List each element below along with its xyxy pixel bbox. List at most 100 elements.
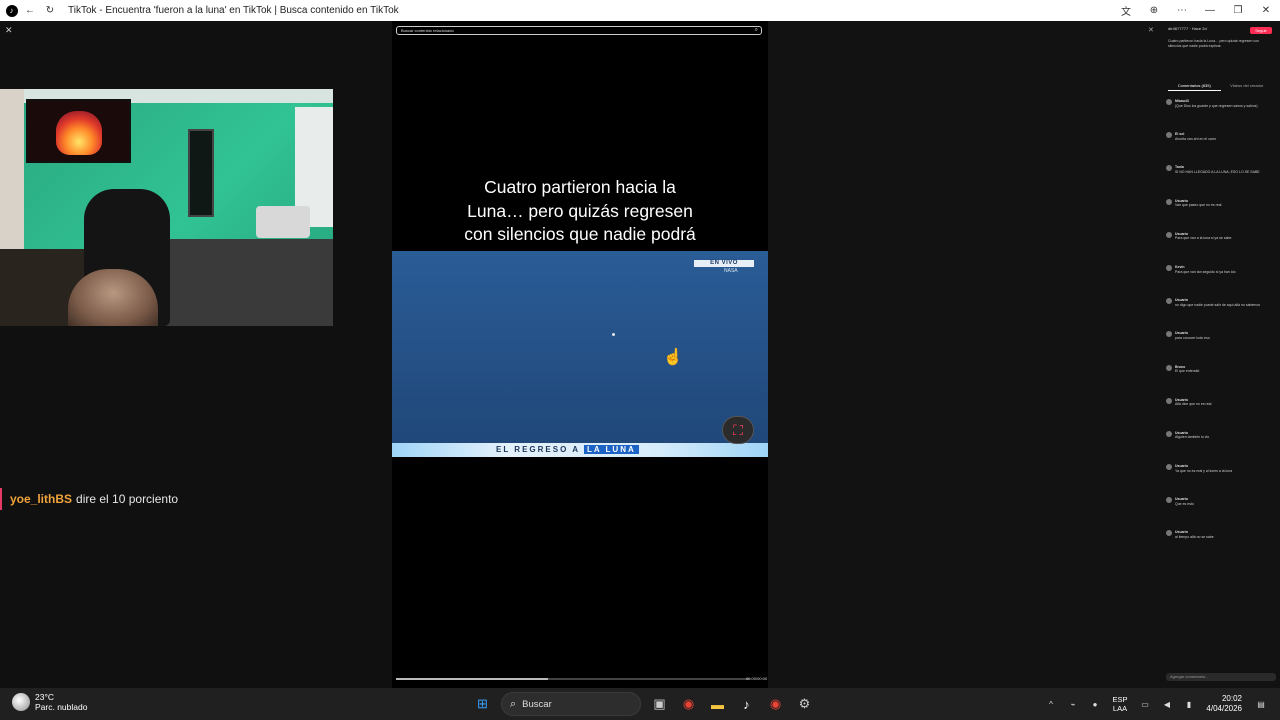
comment-user[interactable]: Usuario <box>1175 331 1188 335</box>
comment-user[interactable]: Usuario <box>1175 232 1188 236</box>
translate-icon[interactable]: 文 <box>1112 0 1140 21</box>
clock[interactable]: 20:02 4/04/2026 <box>1200 694 1242 714</box>
steam-icon[interactable]: ⚙ <box>790 691 819 717</box>
minimize-icon[interactable]: — <box>1196 0 1224 21</box>
comment-user[interactable]: Tania <box>1175 165 1184 169</box>
tab-creator-videos[interactable]: Videos del creador <box>1221 83 1274 91</box>
tv-screen <box>26 99 131 163</box>
reload-icon[interactable]: ↻ <box>40 0 60 21</box>
title-bar: ♪ ← ↻ TikTok - Encuentra 'fueron a la lu… <box>0 0 1280 21</box>
task-view-icon[interactable]: ▣ <box>645 691 674 717</box>
chrome-icon[interactable]: ◉ <box>674 691 703 717</box>
comment-user[interactable]: Usuario <box>1175 530 1188 534</box>
close-icon[interactable]: ✕ <box>5 25 13 36</box>
avatar[interactable] <box>1166 364 1172 371</box>
avatar[interactable] <box>1166 464 1172 471</box>
video-player[interactable]: Buscar contenido relacionado ⌕ Cuatro pa… <box>392 21 768 688</box>
comment-text: (Que Dios los guarde y que regresen sano… <box>1175 103 1258 108</box>
related-search-input[interactable]: Buscar contenido relacionado ⌕ <box>396 26 762 35</box>
taskbar-search[interactable]: ⌕ Buscar <box>501 692 641 716</box>
stream-panel: ✕ yoe_lithBS dire el 10 porciento <box>0 21 392 688</box>
avatar[interactable] <box>1166 298 1172 305</box>
chat-text: dire el 10 porciento <box>76 492 179 506</box>
avatar[interactable] <box>1166 165 1172 172</box>
cloud-icon <box>12 693 30 711</box>
restore-icon[interactable]: ❐ <box>1224 0 1252 21</box>
more-icon[interactable]: ⋯ <box>1168 0 1196 21</box>
zoom-icon[interactable]: ⊕ <box>1140 0 1168 21</box>
panel-close-icon[interactable]: ✕ <box>1148 26 1154 34</box>
comment-user[interactable]: El sol <box>1175 132 1184 136</box>
author-name[interactable]: dtr4677777 · Hace 2d <box>1168 26 1207 31</box>
comment-user[interactable]: Usuario <box>1175 497 1188 501</box>
comment-item[interactable]: Bruno El que entendió <box>1166 364 1278 374</box>
app-icon: ♪ <box>0 0 20 21</box>
window-title: TikTok - Encuentra 'fueron a la luna' en… <box>68 5 399 16</box>
taskbar: 23°C Parc. nublado ⊞ ⌕ Buscar ▣ ◉ ▬ ♪ ◉ … <box>0 688 1280 720</box>
comment-item[interactable]: Usuario no digo que nadie puede salir de … <box>1166 298 1278 307</box>
tiktok-icon[interactable]: ♪ <box>732 691 761 717</box>
avatar[interactable] <box>1166 331 1172 338</box>
moon-dot <box>612 333 615 336</box>
comment-text: para conocer todo eso <box>1175 335 1210 340</box>
avatar[interactable] <box>1166 132 1172 139</box>
comment-user[interactable]: Usuario <box>1175 199 1188 203</box>
comment-text: Para que van tan seguido si ya han ido <box>1175 269 1236 274</box>
comment-user[interactable]: Bruno <box>1175 365 1185 369</box>
avatar[interactable] <box>1166 430 1172 437</box>
comment-item[interactable]: Tania SI NO HAN LLEGADO A LA LUNA, ESO LO… <box>1166 165 1278 174</box>
chevron-up-icon[interactable]: ^ <box>1040 700 1062 709</box>
weather-widget[interactable]: 23°C Parc. nublado <box>12 692 87 712</box>
comment-item[interactable]: Kevin Para que van tan seguido si ya han … <box>1166 264 1278 274</box>
language-indicator[interactable]: ESP LAA <box>1106 695 1134 713</box>
back-icon[interactable]: ← <box>20 0 40 21</box>
avatar[interactable] <box>1166 264 1172 271</box>
comment-user[interactable]: Usuario <box>1175 464 1188 468</box>
avatar[interactable] <box>1166 397 1172 404</box>
comment-item[interactable]: Usuario Alguien también lo vio <box>1166 430 1278 440</box>
comment-item[interactable]: Usuario para conocer todo eso <box>1166 331 1278 340</box>
nasa-logo: NASA <box>724 268 738 274</box>
volume-icon[interactable]: ◀ <box>1156 700 1178 709</box>
avatar[interactable] <box>1166 530 1172 537</box>
fullscreen-focus-icon[interactable]: ⛶ <box>722 416 754 444</box>
avatar[interactable] <box>1166 231 1172 238</box>
comment-item[interactable]: Usuario Ya que no es real y al lunes a la… <box>1166 464 1278 473</box>
comment-text: Ya que no es real y al lunes a la luna <box>1175 468 1233 473</box>
comment-item[interactable]: El sol Ahorita van ahí en el carro <box>1166 132 1278 141</box>
start-icon[interactable]: ⊞ <box>468 691 497 717</box>
close-window-icon[interactable]: ✕ <box>1252 0 1280 21</box>
avatar[interactable] <box>1166 99 1172 105</box>
chat-username: yoe_lithBS <box>10 492 73 506</box>
comment-item[interactable]: Usuario Van que paseo que no es real <box>1166 198 1278 208</box>
comment-text: al tiempo allá no se sabe <box>1175 535 1214 540</box>
comment-item[interactable]: Usuario al tiempo allá no se sabe <box>1166 530 1278 539</box>
video-progress[interactable] <box>396 678 750 680</box>
comment-text: SI NO HAN LLEGADO A LA LUNA, ESO LO SE S… <box>1175 169 1260 174</box>
comment-text: Para que van a la luna si ya se sabe <box>1175 236 1232 241</box>
comment-input[interactable]: Agregar comentario... <box>1166 673 1276 681</box>
comment-user[interactable]: Miaau43 <box>1175 99 1189 103</box>
comment-user[interactable]: Usuario <box>1175 431 1188 435</box>
display-icon[interactable]: ▭ <box>1134 700 1156 709</box>
chrome-profile-icon[interactable]: ◉ <box>761 691 790 717</box>
screen: ♪ ← ↻ TikTok - Encuentra 'fueron a la lu… <box>0 0 1280 720</box>
comment-user[interactable]: Kevin <box>1175 265 1185 269</box>
follow-button[interactable]: Seguir <box>1250 27 1272 34</box>
comment-item[interactable]: Usuario Para que van a la luna si ya se s… <box>1166 231 1278 241</box>
comment-item[interactable]: Usuario Que es esto <box>1166 497 1278 506</box>
search-icon[interactable]: ⌕ <box>755 27 758 34</box>
comment-item[interactable]: Usuario Allá dice que no es real <box>1166 397 1278 407</box>
comment-user[interactable]: Usuario <box>1175 398 1188 402</box>
comment-user[interactable]: Usuario <box>1175 298 1188 302</box>
tab-comments[interactable]: Comentarios (835) <box>1168 83 1221 91</box>
battery-icon[interactable]: ▮ <box>1178 700 1200 709</box>
avatar[interactable] <box>1166 198 1172 205</box>
temperature: 23°C <box>35 692 54 702</box>
mic-icon[interactable]: ● <box>1084 700 1106 709</box>
comment-item[interactable]: Miaau43 (Que Dios los guarde y que regres… <box>1166 99 1278 108</box>
avatar[interactable] <box>1166 497 1172 504</box>
file-explorer-icon[interactable]: ▬ <box>703 691 732 717</box>
network-icon[interactable]: ⌁ <box>1062 700 1084 709</box>
notifications-icon[interactable]: ▤ <box>1250 700 1272 709</box>
